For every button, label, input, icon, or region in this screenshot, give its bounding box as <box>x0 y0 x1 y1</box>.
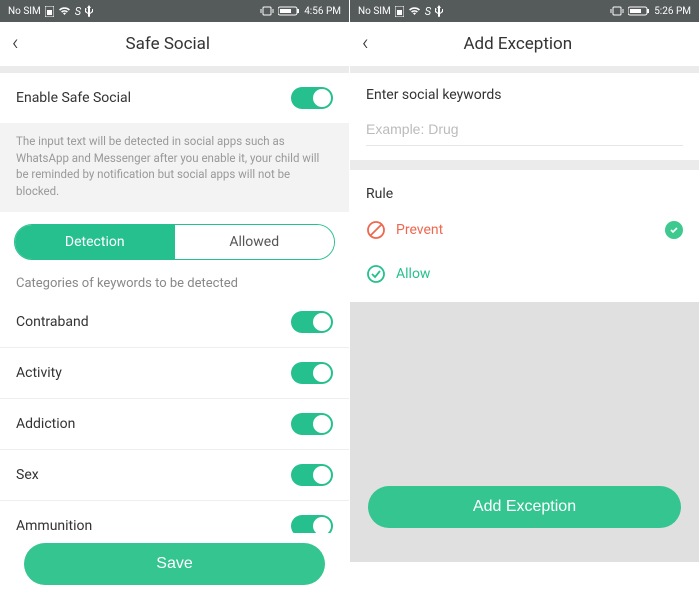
category-row-addiction: Addiction <box>0 399 349 450</box>
sim-icon <box>395 6 404 17</box>
keywords-label: Enter social keywords <box>350 73 699 113</box>
keywords-input[interactable] <box>366 113 683 146</box>
battery-icon <box>278 6 300 16</box>
wifi-icon <box>58 6 71 16</box>
no-sim-text: No SIM <box>358 6 391 17</box>
category-row-contraband: Contraband <box>0 297 349 348</box>
enable-toggle[interactable] <box>291 87 333 109</box>
rule-section: Rule Prevent Allow <box>350 170 699 302</box>
category-row-sex: Sex <box>0 450 349 501</box>
allow-label: Allow <box>396 266 430 282</box>
tab-allowed[interactable]: Allowed <box>175 225 335 259</box>
segmented-control: Detection Allowed <box>14 224 335 260</box>
prevent-icon <box>366 220 386 240</box>
save-area: Save <box>0 533 349 603</box>
time-text: 5:26 PM <box>654 6 691 17</box>
category-toggle[interactable] <box>291 362 333 384</box>
category-toggle[interactable] <box>291 464 333 486</box>
categories-subhead: Categories of keywords to be detected <box>0 272 349 297</box>
category-toggle[interactable] <box>291 413 333 435</box>
vibrate-icon <box>260 6 274 16</box>
rule-row-prevent[interactable]: Prevent <box>350 208 699 252</box>
divider <box>0 66 349 73</box>
page-title: Safe Social <box>0 34 337 54</box>
tab-detection[interactable]: Detection <box>15 225 175 259</box>
rule-title: Rule <box>350 174 699 208</box>
add-exception-screen: No SIM S 5:26 PM ‹ Add Exception E <box>350 0 700 603</box>
status-bar: No SIM S 4:56 PM <box>0 0 349 22</box>
safe-social-screen: No SIM S 4:56 PM ‹ Safe Social <box>0 0 350 603</box>
category-label: Sex <box>16 467 39 483</box>
s-icon: S <box>75 5 81 18</box>
category-label: Addiction <box>16 416 75 432</box>
sim-icon <box>45 6 54 17</box>
add-exception-button[interactable]: Add Exception <box>368 486 681 528</box>
save-button[interactable]: Save <box>24 543 325 585</box>
status-bar: No SIM S 5:26 PM <box>350 0 699 22</box>
check-icon <box>665 221 683 239</box>
description-text: The input text will be detected in socia… <box>0 123 349 212</box>
header: ‹ Safe Social <box>0 22 349 66</box>
rule-row-allow[interactable]: Allow <box>350 252 699 296</box>
category-label: Contraband <box>16 314 89 330</box>
usb-icon <box>85 5 93 17</box>
enable-safe-social-row: Enable Safe Social <box>0 73 349 123</box>
header: ‹ Add Exception <box>350 22 699 66</box>
category-row-activity: Activity <box>0 348 349 399</box>
divider <box>350 160 699 170</box>
category-label: Ammunition <box>16 518 92 534</box>
battery-icon <box>628 6 650 16</box>
prevent-label: Prevent <box>396 222 443 238</box>
time-text: 4:56 PM <box>304 6 341 17</box>
enable-label: Enable Safe Social <box>16 90 131 106</box>
category-toggle[interactable] <box>291 311 333 333</box>
category-label: Activity <box>16 365 62 381</box>
page-title: Add Exception <box>350 34 687 54</box>
wifi-icon <box>408 6 421 16</box>
empty-area: Add Exception <box>350 302 699 562</box>
usb-icon <box>435 5 443 17</box>
divider <box>350 66 699 73</box>
allow-icon <box>366 264 386 284</box>
s-icon: S <box>425 5 431 18</box>
vibrate-icon <box>610 6 624 16</box>
no-sim-text: No SIM <box>8 6 41 17</box>
